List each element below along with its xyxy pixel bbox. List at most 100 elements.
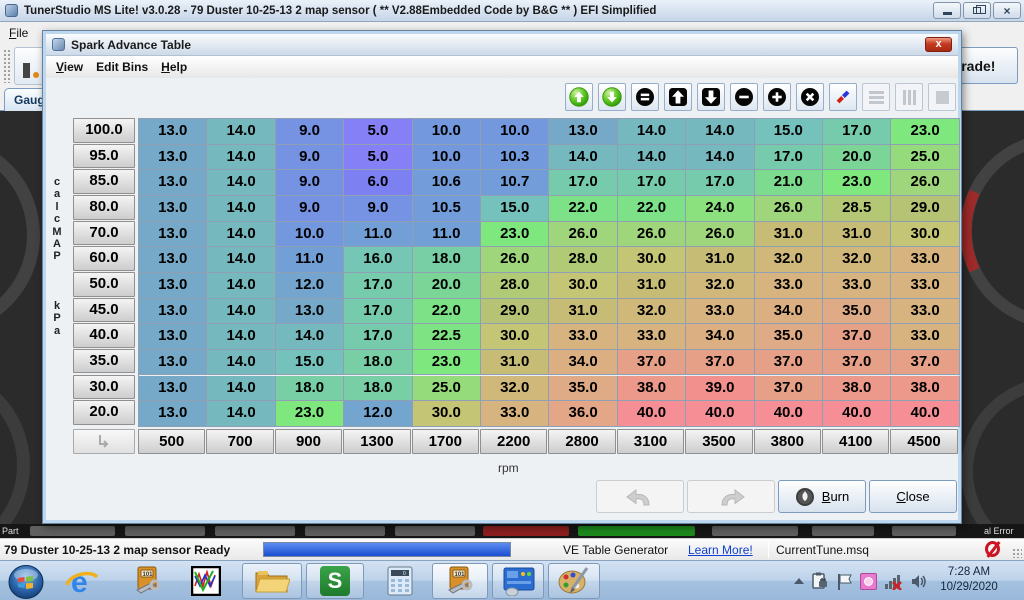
gauge-tab[interactable] (892, 526, 956, 536)
spark-value-cell[interactable]: 26.0 (686, 222, 754, 248)
spark-value-cell[interactable]: 5.0 (344, 119, 412, 145)
spark-value-cell[interactable]: 33.0 (891, 273, 959, 299)
y-bin-cell[interactable]: 60.0 (73, 246, 135, 271)
megalogviewer-icon[interactable] (190, 565, 222, 597)
spark-value-cell[interactable]: 35.0 (755, 324, 823, 350)
spark-value-cell[interactable]: 12.0 (344, 401, 412, 427)
gauge-tab[interactable] (712, 526, 798, 536)
spark-value-cell[interactable]: 25.0 (891, 145, 959, 171)
x-bin-cell[interactable]: 1700 (412, 429, 479, 454)
spark-value-cell[interactable]: 9.0 (276, 196, 344, 222)
spark-value-cell[interactable]: 6.0 (344, 170, 412, 196)
burn-button[interactable]: Burn (778, 480, 866, 513)
x-bin-cell[interactable]: 4500 (890, 429, 957, 454)
spark-value-cell[interactable]: 14.0 (207, 273, 275, 299)
pink-app-icon[interactable] (860, 573, 877, 590)
spark-value-cell[interactable]: 13.0 (139, 401, 207, 427)
close-button[interactable]: × (993, 2, 1021, 19)
x-bin-cell[interactable]: 500 (138, 429, 205, 454)
spark-value-cell[interactable]: 14.0 (207, 324, 275, 350)
spark-value-cell[interactable]: 9.0 (344, 196, 412, 222)
spark-value-cell[interactable]: 20.0 (823, 145, 891, 171)
scale-up-button[interactable] (565, 83, 593, 111)
spark-value-cell[interactable]: 13.0 (139, 324, 207, 350)
spark-value-cell[interactable]: 37.0 (618, 350, 686, 376)
spark-value-cell[interactable]: 23.0 (413, 350, 481, 376)
spark-value-cell[interactable]: 39.0 (686, 376, 754, 402)
x-bin-cell[interactable]: 700 (206, 429, 273, 454)
dialog-menu-view[interactable]: View (56, 60, 83, 74)
paint-taskbar-button[interactable] (548, 563, 600, 599)
spark-value-cell[interactable]: 22.0 (618, 196, 686, 222)
spark-value-cell[interactable]: 17.0 (823, 119, 891, 145)
spark-value-cell[interactable]: 5.0 (344, 145, 412, 171)
spark-value-cell[interactable]: 31.0 (686, 247, 754, 273)
spark-value-cell[interactable]: 18.0 (413, 247, 481, 273)
x-bin-cell[interactable]: 900 (275, 429, 342, 454)
spark-value-cell[interactable]: 14.0 (549, 145, 617, 171)
spark-value-cell[interactable]: 33.0 (891, 324, 959, 350)
show-hidden-icons[interactable] (794, 578, 804, 584)
x-bin-cell[interactable]: 3100 (617, 429, 684, 454)
spark-value-cell[interactable]: 31.0 (618, 273, 686, 299)
action-center-flag-icon[interactable] (836, 573, 853, 590)
toolbar-drag-handle[interactable] (3, 49, 11, 83)
spark-value-cell[interactable]: 38.0 (823, 376, 891, 402)
spark-value-cell[interactable]: 24.0 (686, 196, 754, 222)
spark-value-cell[interactable]: 30.0 (891, 222, 959, 248)
spark-value-cell[interactable]: 13.0 (139, 170, 207, 196)
spark-value-cell[interactable]: 13.0 (139, 350, 207, 376)
spark-value-cell[interactable]: 22.5 (413, 324, 481, 350)
spark-value-cell[interactable]: 18.0 (344, 376, 412, 402)
spark-value-cell[interactable]: 32.0 (686, 273, 754, 299)
spark-value-cell[interactable]: 11.0 (276, 247, 344, 273)
spark-value-cell[interactable]: 28.0 (481, 273, 549, 299)
menu-file[interactable]: File (9, 26, 28, 40)
decrement-button[interactable] (730, 83, 758, 111)
x-bin-cell[interactable]: 2200 (480, 429, 547, 454)
spark-value-cell[interactable]: 10.0 (276, 222, 344, 248)
gauge-tab[interactable] (395, 526, 475, 536)
y-bin-cell[interactable]: 35.0 (73, 349, 135, 374)
close-dialog-button[interactable]: Close (869, 480, 957, 513)
spark-value-cell[interactable]: 14.0 (207, 247, 275, 273)
record-indicator-icon[interactable] (985, 541, 1002, 559)
spark-value-cell[interactable]: 34.0 (755, 299, 823, 325)
spark-value-cell[interactable]: 38.0 (891, 376, 959, 402)
spark-value-cell[interactable]: 14.0 (207, 170, 275, 196)
rows-button[interactable] (862, 83, 890, 111)
spark-value-cell[interactable]: 31.0 (549, 299, 617, 325)
spark-value-cell[interactable]: 10.7 (481, 170, 549, 196)
spark-value-cell[interactable]: 34.0 (686, 324, 754, 350)
spark-value-cell[interactable]: 33.0 (618, 324, 686, 350)
y-bin-cell[interactable]: 45.0 (73, 298, 135, 323)
cols-button[interactable] (895, 83, 923, 111)
spark-value-cell[interactable]: 32.0 (823, 247, 891, 273)
shift-up-button[interactable] (664, 83, 692, 111)
y-bin-cell[interactable]: 100.0 (73, 118, 135, 143)
spark-value-cell[interactable]: 34.0 (549, 350, 617, 376)
spark-value-cell[interactable]: 23.0 (823, 170, 891, 196)
network-icon[interactable] (884, 573, 903, 590)
spark-value-cell[interactable]: 31.0 (481, 350, 549, 376)
spark-value-cell[interactable]: 17.0 (344, 299, 412, 325)
spark-value-cell[interactable]: 14.0 (207, 222, 275, 248)
y-bin-cell[interactable]: 70.0 (73, 221, 135, 246)
spark-value-cell[interactable]: 26.0 (549, 222, 617, 248)
spark-value-cell[interactable]: 33.0 (891, 247, 959, 273)
spark-value-cell[interactable]: 26.0 (755, 196, 823, 222)
spark-value-cell[interactable]: 32.0 (618, 299, 686, 325)
spark-value-cell[interactable]: 26.0 (618, 222, 686, 248)
spark-value-cell[interactable]: 13.0 (276, 299, 344, 325)
spark-value-cell[interactable]: 33.0 (686, 299, 754, 325)
dialog-menu-edit-bins[interactable]: Edit Bins (96, 60, 148, 74)
spark-value-cell[interactable]: 20.0 (413, 273, 481, 299)
y-bin-cell[interactable]: 95.0 (73, 144, 135, 169)
gauge-tab[interactable] (578, 526, 695, 536)
gauge-tab[interactable] (125, 526, 205, 536)
tunerstudio-active-icon[interactable]: 101 (444, 565, 476, 597)
maximize-button[interactable] (963, 2, 991, 19)
spark-value-cell[interactable]: 9.0 (276, 119, 344, 145)
spark-value-cell[interactable]: 17.0 (549, 170, 617, 196)
spark-value-cell[interactable]: 14.0 (207, 196, 275, 222)
